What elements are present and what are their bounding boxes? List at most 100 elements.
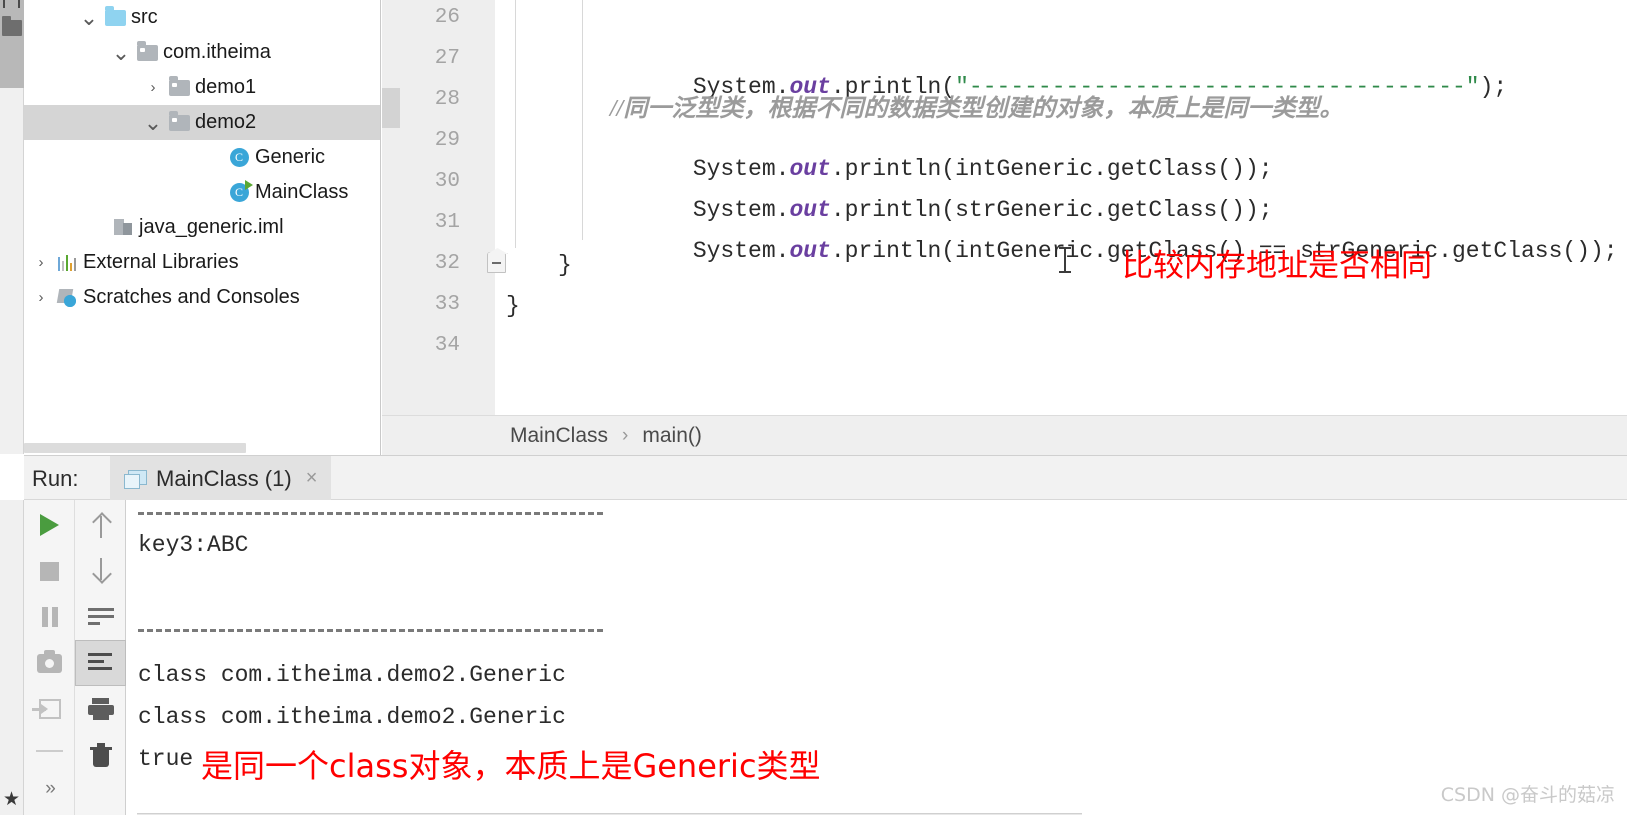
arrow-down-icon xyxy=(92,558,110,584)
project-tree-horizontal-scrollbar[interactable] xyxy=(24,443,246,453)
tree-item-label: java_generic.iml xyxy=(139,216,284,238)
line-number: 28 xyxy=(434,88,460,111)
csdn-watermark: CSDN @奋斗的菇凉 xyxy=(1440,784,1615,806)
run-tab-mainclass[interactable]: MainClass (1) × xyxy=(110,456,332,501)
tree-item-label: demo1 xyxy=(195,76,257,98)
run-toolbar-right xyxy=(75,500,126,815)
chevron-double-right-icon: » xyxy=(45,778,55,799)
tree-item-label: com.itheima xyxy=(163,41,271,63)
export-button[interactable] xyxy=(24,686,75,732)
breadcrumb-item-class[interactable]: MainClass xyxy=(510,424,608,448)
chevron-down-icon[interactable]: ⌄ xyxy=(76,6,102,28)
play-icon xyxy=(40,514,59,536)
run-tool-window: Run: MainClass (1) × 2: Favorites ★ » xyxy=(0,455,1627,815)
scroll-to-end-icon xyxy=(87,652,114,674)
chevron-down-icon[interactable]: ⌄ xyxy=(108,41,134,63)
tree-item-demo1[interactable]: › demo1 xyxy=(24,70,380,105)
scratches-consoles-icon xyxy=(54,289,80,307)
java-class-icon: C xyxy=(226,148,252,167)
stop-button[interactable] xyxy=(24,548,75,594)
tree-item-label: src xyxy=(131,6,158,28)
text-cursor-ibeam xyxy=(1059,247,1071,273)
folder-package-icon xyxy=(166,110,192,131)
line-number: 29 xyxy=(434,129,460,152)
run-tab-bar: Run: MainClass (1) × xyxy=(24,455,1627,501)
java-runnable-class-icon: C xyxy=(226,180,253,202)
line-number: 31 xyxy=(434,211,460,234)
tree-item-label: Scratches and Consoles xyxy=(83,286,300,308)
tree-item-external-libraries[interactable]: › External Libraries xyxy=(24,245,380,280)
prev-occurrence-button[interactable] xyxy=(75,502,126,548)
console-line: true xyxy=(138,746,194,772)
print-button[interactable] xyxy=(75,686,126,732)
trash-icon xyxy=(89,743,112,767)
chevron-right-icon[interactable]: › xyxy=(140,79,166,96)
chevron-down-icon[interactable]: ⌄ xyxy=(140,111,166,133)
indent-guide xyxy=(515,0,516,248)
code-line-31: System.out.println(intGeneric.getClass()… xyxy=(610,212,1618,290)
code-token-end: ); xyxy=(1479,74,1508,100)
folder-src-icon xyxy=(102,5,128,26)
favorites-tool-strip: 2: Favorites ★ xyxy=(0,500,63,815)
external-libraries-icon xyxy=(54,254,80,271)
tree-item-com-itheima[interactable]: ⌄ com.itheima xyxy=(24,35,380,70)
line-number: 26 xyxy=(434,6,460,29)
ide-window: ⌄src⌄com.itheima›demo1⌄demo2›CGeneric›CM… xyxy=(0,0,1627,815)
close-icon[interactable]: × xyxy=(306,467,318,490)
soft-wrap-button[interactable] xyxy=(75,594,126,640)
tree-item-src[interactable]: ⌄ src xyxy=(24,0,380,35)
tree-item-mainclass[interactable]: ›CMainClass xyxy=(24,175,380,210)
breadcrumb[interactable]: MainClass › main() xyxy=(382,415,1627,455)
tree-item-label: External Libraries xyxy=(83,251,239,273)
tree-item-label: Generic xyxy=(255,146,326,168)
code-token-system: System. xyxy=(692,238,790,264)
export-icon xyxy=(31,699,61,719)
line-number: 30 xyxy=(434,170,460,193)
line-number: 33 xyxy=(434,293,460,316)
star-icon[interactable]: ★ xyxy=(3,790,20,809)
breadcrumb-item-method[interactable]: main() xyxy=(642,424,702,448)
line-number: 27 xyxy=(434,47,460,70)
console-separator-line xyxy=(138,512,603,515)
structure-tool-icon[interactable] xyxy=(2,16,22,36)
soft-wrap-icon xyxy=(87,606,114,628)
tree-item-generic[interactable]: ›CGeneric xyxy=(24,140,380,175)
stop-icon xyxy=(40,561,59,581)
tool-window-strip-top xyxy=(0,0,24,88)
pause-button[interactable] xyxy=(24,594,75,640)
snapshot-button[interactable] xyxy=(24,640,75,686)
run-panel-label: Run: xyxy=(32,466,79,491)
run-configuration-icon xyxy=(124,469,147,489)
chevron-right-icon[interactable]: › xyxy=(28,289,54,306)
console-line: class com.itheima.demo2.Generic xyxy=(138,704,566,730)
console-line: class com.itheima.demo2.Generic xyxy=(138,662,566,688)
tree-item-demo2[interactable]: ⌄ demo2 xyxy=(24,105,380,140)
run-tab-title: MainClass (1) xyxy=(156,465,292,491)
folder-package-icon xyxy=(166,75,192,96)
gutter-selection-marker xyxy=(382,88,400,128)
console-output[interactable]: key3:ABC class com.itheima.demo2.Generic… xyxy=(126,500,1627,815)
more-options-button[interactable]: » xyxy=(24,766,75,812)
tree-item-scratches-and-consoles[interactable]: › Scratches and Consoles xyxy=(24,280,380,315)
console-line: key3:ABC xyxy=(138,532,249,558)
scroll-to-end-button[interactable] xyxy=(75,640,126,686)
iml-module-file-icon xyxy=(110,218,136,237)
camera-icon xyxy=(37,649,62,673)
project-tool-icon[interactable] xyxy=(3,0,20,8)
code-fold-collapse-marker[interactable] xyxy=(487,252,506,273)
console-red-annotation: 是同一个class对象，本质上是Generic类型 xyxy=(201,747,821,785)
editor-gutter[interactable]: 26 27 28 29 30 31 32 33 34 xyxy=(382,0,495,415)
chevron-right-icon[interactable]: › xyxy=(28,254,54,271)
arrow-up-icon xyxy=(92,512,110,538)
project-tree-panel: ⌄src⌄com.itheima›demo1⌄demo2›CGeneric›CM… xyxy=(24,0,381,432)
rerun-button[interactable] xyxy=(24,502,75,548)
printer-icon xyxy=(87,698,114,720)
next-occurrence-button[interactable] xyxy=(75,548,126,594)
breadcrumb-separator-icon: › xyxy=(622,424,629,446)
line-number: 32 xyxy=(434,252,460,275)
clear-all-button[interactable] xyxy=(75,732,126,778)
folder-package-icon xyxy=(134,40,160,61)
code-line-32-closing-brace: } xyxy=(558,252,572,278)
code-editor[interactable]: 26 27 28 29 30 31 32 33 34 System.out.pr… xyxy=(382,0,1627,415)
tree-item-java-generic-iml[interactable]: ›java_generic.iml xyxy=(24,210,380,245)
